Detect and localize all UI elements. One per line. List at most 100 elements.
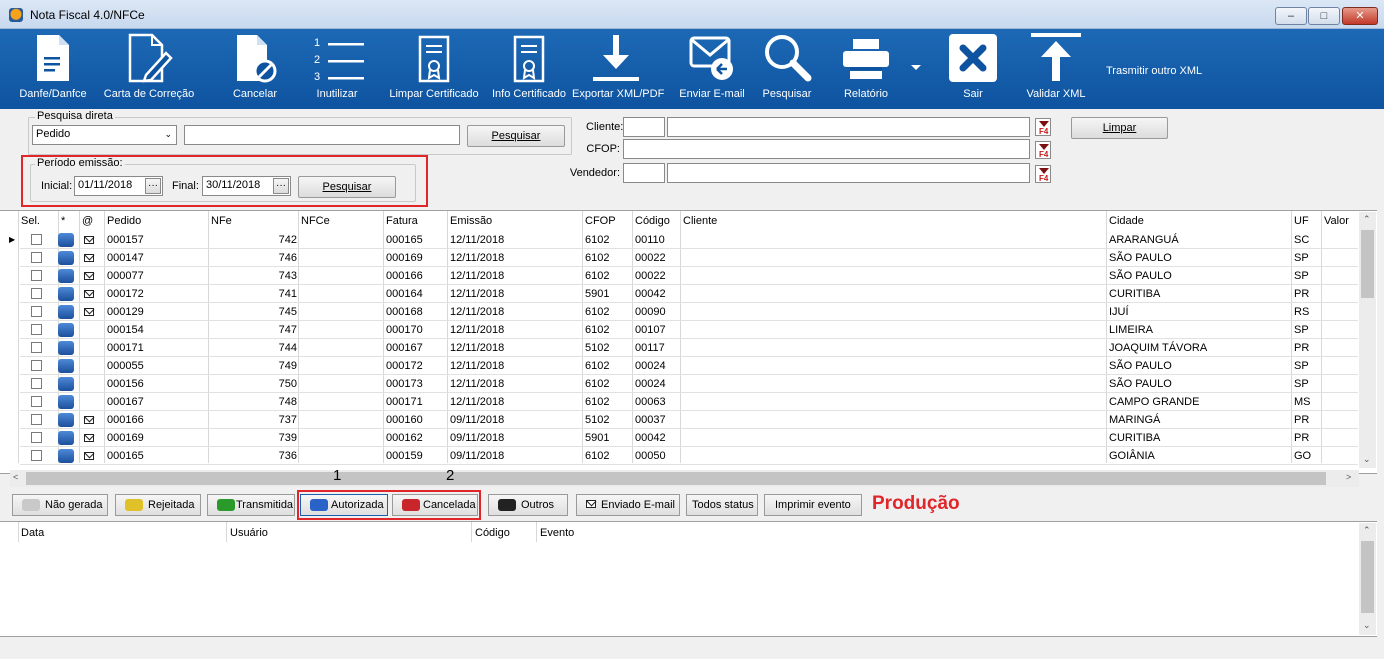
col-header-emissao[interactable]: Emissão bbox=[450, 212, 492, 230]
col-header-cidade[interactable]: Cidade bbox=[1109, 212, 1144, 230]
table-row[interactable]: ▶ 000157 742 000165 12/11/2018 6102 00110 ARARA… bbox=[0, 231, 1358, 249]
table-row[interactable]: 000055 749 000172 12/11/2018 6102 00024 SÃO PA… bbox=[0, 357, 1358, 375]
certificate-info-button[interactable]: Info Certificado bbox=[488, 29, 570, 109]
validate-xml-button[interactable]: Validar XML bbox=[1020, 29, 1092, 109]
end-date-picker-button[interactable]: ··· bbox=[273, 178, 289, 194]
row-select-checkbox[interactable] bbox=[31, 342, 42, 353]
row-select-checkbox[interactable] bbox=[31, 324, 42, 335]
print-event-button[interactable]: Imprimir evento bbox=[764, 494, 862, 516]
row-select-checkbox[interactable] bbox=[31, 288, 42, 299]
col-header-status[interactable]: * bbox=[61, 212, 65, 230]
environment-label: Produção bbox=[872, 493, 960, 514]
period-search-button[interactable]: Pesquisar bbox=[298, 176, 396, 198]
cancel-button[interactable]: Cancelar bbox=[220, 29, 290, 109]
exit-button[interactable]: Sair bbox=[942, 29, 1004, 109]
row-select-checkbox[interactable] bbox=[31, 360, 42, 371]
minimize-button[interactable]: – bbox=[1275, 7, 1307, 25]
clear-filters-button[interactable]: Limpar bbox=[1071, 117, 1168, 139]
status-rejected-button[interactable]: Rejeitada bbox=[115, 494, 201, 516]
col-header-nfe[interactable]: NFe bbox=[211, 212, 232, 230]
table-row[interactable]: 000169 739 000162 09/11/2018 5901 00042 CURITI… bbox=[0, 429, 1358, 447]
status-authorized-button[interactable]: Autorizada bbox=[300, 494, 388, 516]
row-select-checkbox[interactable] bbox=[31, 306, 42, 317]
danfe-button[interactable]: Danfe/Danfce bbox=[12, 29, 94, 109]
table-row[interactable]: 000156 750 000173 12/11/2018 6102 00024 SÃO PA… bbox=[0, 375, 1358, 393]
table-row[interactable]: 000147 746 000169 12/11/2018 6102 00022 SÃO PA… bbox=[0, 249, 1358, 267]
email-sent-button[interactable]: Enviado E-mail bbox=[576, 494, 680, 516]
scroll-left-icon[interactable]: < bbox=[13, 472, 18, 482]
col-header-uf[interactable]: UF bbox=[1294, 212, 1309, 230]
seller-lookup-button[interactable]: F4 bbox=[1035, 165, 1051, 183]
clear-certificate-button[interactable]: Limpar Certificado bbox=[388, 29, 480, 109]
scroll-down-icon[interactable]: ⌄ bbox=[1363, 454, 1371, 465]
transmit-other-xml-link[interactable]: Trasmitir outro XML bbox=[1106, 65, 1202, 77]
invoice-grid[interactable]: Sel. * @ Pedido NFe NFCe Fatura Emissão CFOP Códi… bbox=[0, 210, 1377, 474]
export-xml-pdf-button[interactable]: Exportar XML/PDF bbox=[572, 29, 664, 109]
direct-search-button[interactable]: Pesquisar bbox=[467, 125, 565, 147]
col-header-cliente[interactable]: Cliente bbox=[683, 212, 717, 230]
scroll-down-icon[interactable]: ⌄ bbox=[1363, 620, 1371, 631]
grid-scroll-thumb[interactable] bbox=[1361, 230, 1374, 298]
scroll-up-icon[interactable]: ⌃ bbox=[1363, 525, 1371, 536]
cell-uf: PR bbox=[1294, 288, 1310, 300]
row-select-checkbox[interactable] bbox=[31, 432, 42, 443]
close-window-button[interactable]: ✕ bbox=[1342, 7, 1378, 25]
col-header-sel[interactable]: Sel. bbox=[21, 212, 40, 230]
status-others-button[interactable]: Outros bbox=[488, 494, 568, 516]
cell-fatura: 000165 bbox=[386, 234, 423, 246]
table-row[interactable]: 000077 743 000166 12/11/2018 6102 00022 SÃO PA… bbox=[0, 267, 1358, 285]
all-status-button[interactable]: Todos status bbox=[686, 494, 758, 516]
col-header-fatura[interactable]: Fatura bbox=[386, 212, 418, 230]
send-email-button[interactable]: Enviar E-mail bbox=[674, 29, 750, 109]
col-header-nfce[interactable]: NFCe bbox=[301, 212, 330, 230]
grid-vertical-scrollbar[interactable]: ⌃ ⌄ bbox=[1359, 212, 1376, 468]
search-type-select[interactable]: Pedido ⌄ bbox=[32, 125, 177, 145]
row-select-checkbox[interactable] bbox=[31, 414, 42, 425]
col-header-valor[interactable]: Valor bbox=[1324, 212, 1349, 230]
table-row[interactable]: 000171 744 000167 12/11/2018 5102 00117 JOAQUI… bbox=[0, 339, 1358, 357]
cfop-lookup-button[interactable]: F4 bbox=[1035, 141, 1051, 159]
client-lookup-button[interactable]: F4 bbox=[1035, 118, 1051, 136]
search-text-input[interactable] bbox=[184, 125, 460, 145]
table-row[interactable]: 000172 741 000164 12/11/2018 5901 00042 CURITI… bbox=[0, 285, 1358, 303]
row-select-checkbox[interactable] bbox=[31, 234, 42, 245]
maximize-button[interactable]: □ bbox=[1308, 7, 1340, 25]
chevron-down-icon[interactable]: ⌄ bbox=[164, 129, 172, 140]
table-row[interactable]: 000166 737 000160 09/11/2018 5102 00037 MARING… bbox=[0, 411, 1358, 429]
report-button[interactable]: Relatório bbox=[828, 29, 904, 109]
row-select-checkbox[interactable] bbox=[31, 378, 42, 389]
seller-code-input[interactable] bbox=[623, 163, 665, 183]
cfop-input[interactable] bbox=[623, 139, 1030, 159]
events-vertical-scrollbar[interactable]: ⌃ ⌄ bbox=[1359, 523, 1376, 635]
seller-name-input[interactable] bbox=[667, 163, 1030, 183]
events-scroll-thumb[interactable] bbox=[1361, 541, 1374, 613]
status-not-generated-button[interactable]: Não gerada bbox=[12, 494, 108, 516]
inutilizar-button[interactable]: 1 2 3 Inutilizar bbox=[304, 29, 370, 109]
report-dropdown-icon[interactable] bbox=[911, 65, 921, 70]
search-button[interactable]: Pesquisar bbox=[752, 29, 822, 109]
col-header-mail[interactable]: @ bbox=[82, 212, 93, 230]
table-row[interactable]: 000165 736 000159 09/11/2018 6102 00050 GOIÂNI… bbox=[0, 447, 1358, 465]
row-select-checkbox[interactable] bbox=[31, 270, 42, 281]
cell-codigo: 00107 bbox=[635, 324, 666, 336]
col-header-cfop[interactable]: CFOP bbox=[585, 212, 616, 230]
table-row[interactable]: 000154 747 000170 12/11/2018 6102 00107 LIMEIR… bbox=[0, 321, 1358, 339]
col-header-pedido[interactable]: Pedido bbox=[107, 212, 141, 230]
scroll-up-icon[interactable]: ⌃ bbox=[1363, 214, 1371, 225]
scroll-right-icon[interactable]: > bbox=[1346, 472, 1351, 482]
client-name-input[interactable] bbox=[667, 117, 1030, 137]
row-select-checkbox[interactable] bbox=[31, 252, 42, 263]
table-row[interactable]: 000129 745 000168 12/11/2018 6102 00090 IJUÍ RS bbox=[0, 303, 1358, 321]
table-row[interactable]: 000167 748 000171 12/11/2018 6102 00063 CAMPO … bbox=[0, 393, 1358, 411]
row-select-checkbox[interactable] bbox=[31, 396, 42, 407]
status-cancelled-button[interactable]: Cancelada bbox=[392, 494, 478, 516]
status-transmitted-button[interactable]: Transmitida bbox=[207, 494, 295, 516]
start-date-picker-button[interactable]: ··· bbox=[145, 178, 161, 194]
events-grid[interactable]: Data Usuário Código Evento bbox=[0, 521, 1377, 637]
grid-horizontal-scrollbar[interactable]: < > bbox=[10, 470, 1359, 487]
col-header-codigo[interactable]: Código bbox=[635, 212, 670, 230]
row-select-checkbox[interactable] bbox=[31, 450, 42, 461]
client-code-input[interactable] bbox=[623, 117, 665, 137]
correction-letter-button[interactable]: Carta de Correção bbox=[102, 29, 196, 109]
grid-hscroll-thumb[interactable] bbox=[26, 472, 1326, 485]
